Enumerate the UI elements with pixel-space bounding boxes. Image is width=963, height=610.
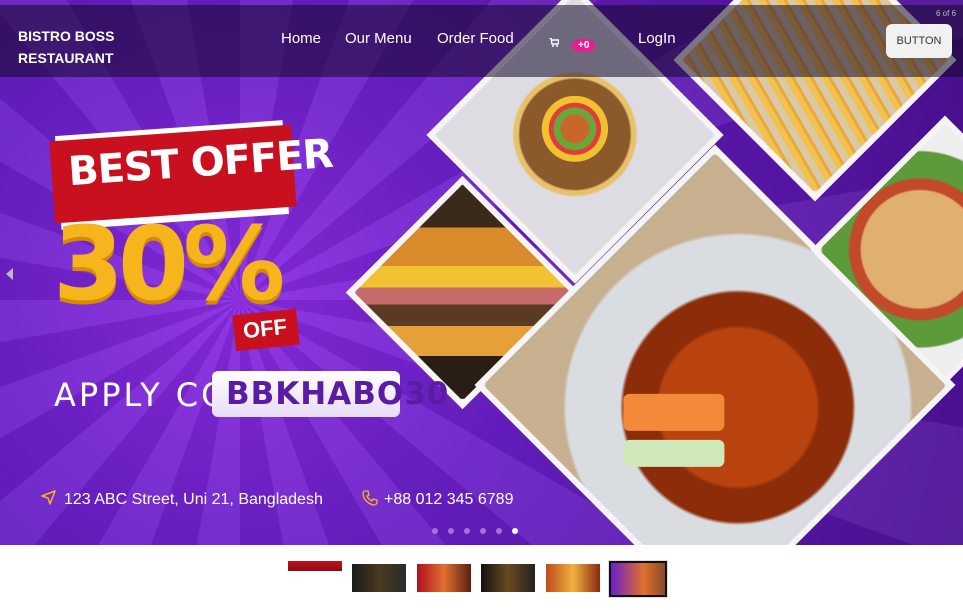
brand-logo[interactable]: BISTRO BOSS RESTAURANT <box>18 25 114 69</box>
thumbnail-1[interactable] <box>288 561 342 571</box>
brand-line-1: BISTRO BOSS <box>18 28 115 44</box>
location-arrow-icon <box>41 490 56 505</box>
slide-counter: 6 of 6 <box>936 9 957 18</box>
nav-order-food[interactable]: Order Food <box>437 30 514 47</box>
thumbnail-5[interactable] <box>546 564 600 592</box>
promo-code: BBKHABO30 <box>226 376 450 412</box>
phone-text: +88 012 345 6789 <box>384 491 514 508</box>
slide-dot-2[interactable] <box>448 528 454 534</box>
nav-our-menu[interactable]: Our Menu <box>345 30 412 47</box>
thumbnail-4[interactable] <box>481 564 535 592</box>
brand-line-2: RESTAURANT <box>18 50 114 66</box>
discount-percent: 30% <box>53 205 285 324</box>
nav-login[interactable]: LogIn <box>638 30 676 47</box>
slide-dot-1[interactable] <box>432 528 438 534</box>
navbar: BISTRO BOSS RESTAURANT Home Our Menu Ord… <box>0 5 963 77</box>
address-text: 123 ABC Street, Uni 21, Bangladesh <box>64 491 323 508</box>
prev-slide-arrow-icon[interactable] <box>6 268 13 280</box>
slider-dots <box>432 528 518 534</box>
hero-banner: BISTRO BOSS RESTAURANT Home Our Menu Ord… <box>0 0 963 545</box>
slide-dot-5[interactable] <box>496 528 502 534</box>
slide-dot-3[interactable] <box>464 528 470 534</box>
slide-dot-6[interactable] <box>512 528 518 534</box>
header-button[interactable]: BUTTON <box>886 24 952 58</box>
cart-icon[interactable] <box>549 38 559 47</box>
cart-badge: +0 <box>572 39 596 52</box>
thumbnail-2[interactable] <box>352 564 406 592</box>
thumbnail-6[interactable] <box>608 560 668 598</box>
nav-home[interactable]: Home <box>281 30 321 47</box>
off-label: OFF <box>241 313 289 344</box>
phone-icon <box>362 490 378 506</box>
thumbnail-3[interactable] <box>417 564 471 592</box>
slide-dot-4[interactable] <box>480 528 486 534</box>
